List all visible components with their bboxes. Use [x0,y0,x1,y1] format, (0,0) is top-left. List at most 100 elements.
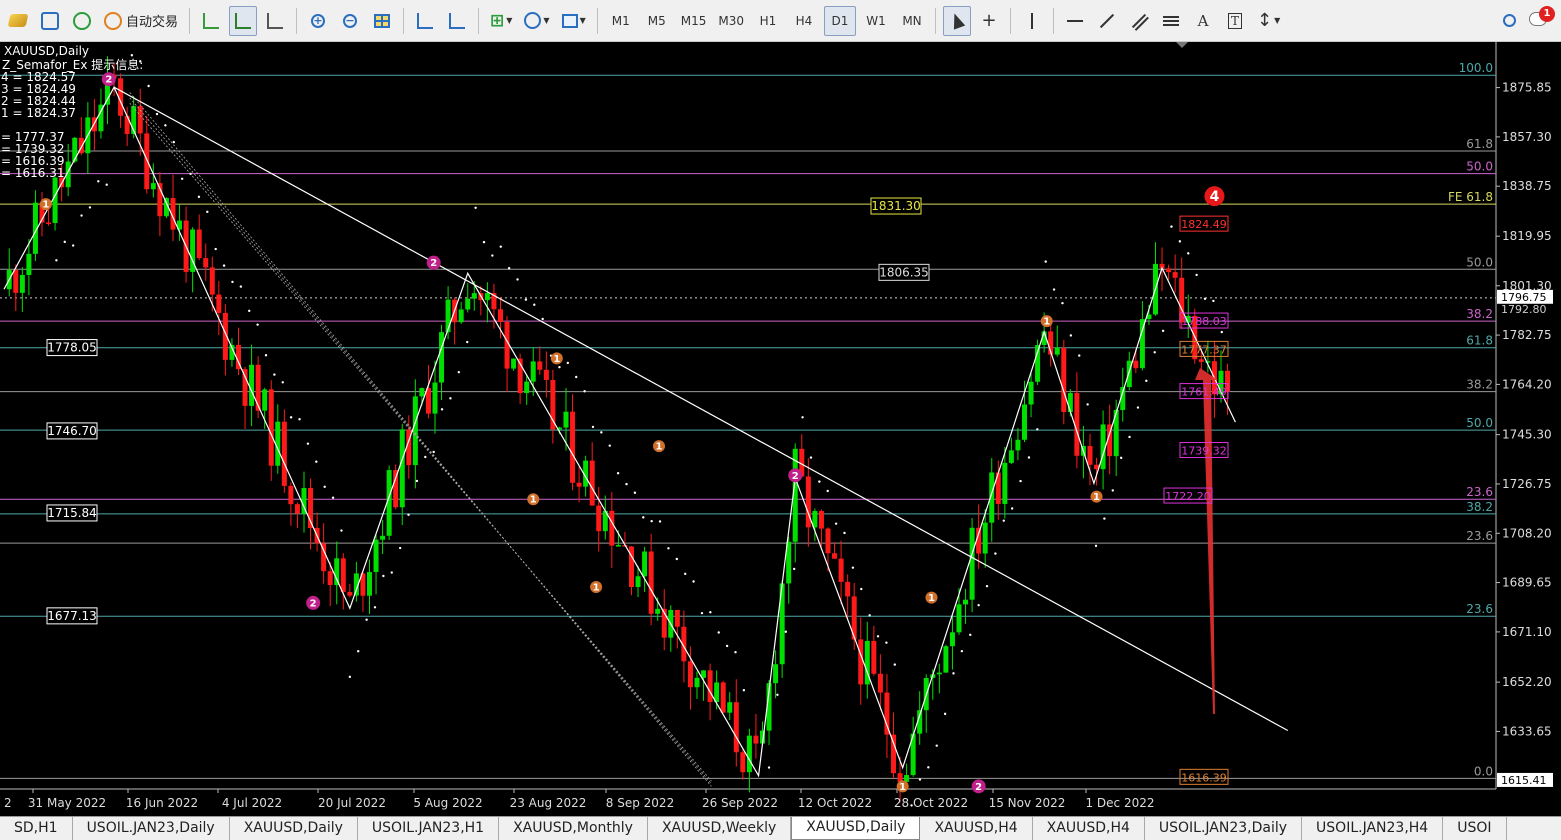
candle-body [288,485,294,505]
candle-body [52,177,58,223]
semafor-signal-label: 2 [310,598,317,609]
price-tick-label: 1857.30 [1502,130,1552,144]
chart-tab[interactable]: USOIL.JAN23,Daily [72,817,230,840]
price-box-label: 1761.49 [1181,386,1227,399]
templates-button[interactable]: ▼ [558,6,590,36]
parabolic-sar-dot [851,566,855,569]
candle-body [890,734,896,774]
candle-body [609,510,615,546]
timeframe-m15[interactable]: M15 [677,6,711,36]
parabolic-sar-dot [466,340,469,344]
parabolic-sar-dot [725,644,729,648]
text-tool-button[interactable]: A [1189,6,1217,36]
chart-tab[interactable]: XAUUSD,Daily [791,817,921,840]
candle-body [1054,347,1060,355]
clock-icon [524,12,542,29]
chart-shift-icon[interactable] [443,6,471,36]
horizontal-line-icon[interactable] [1061,6,1089,36]
price-box-label: 1824.49 [1181,218,1227,231]
candle-body [753,735,759,744]
price-tick-label: 1764.20 [1502,377,1552,391]
timeframe-m30[interactable]: M30 [714,6,748,36]
parabolic-sar-dot [398,546,402,550]
chart-tab[interactable]: XAUUSD,Weekly [647,817,792,840]
parabolic-sar-dot [558,365,561,369]
autoscroll-icon[interactable] [411,6,439,36]
parabolic-sar-dot [667,547,670,550]
market-watch-icon[interactable] [68,6,96,36]
line-chart-icon[interactable] [261,6,289,36]
timeframe-m1[interactable]: M1 [605,6,637,36]
vertical-line-icon[interactable] [1018,6,1046,36]
notification-icon[interactable]: 1 [1529,6,1555,32]
zoom-out-icon[interactable]: − [336,6,364,36]
chart-tab[interactable]: SD,H1 [0,817,73,840]
indicators-button[interactable]: ⊞ ▼ [486,6,516,36]
price-chart[interactable]: 100.0 61.8 50.0 FE 61.8 50.0 38.2 61.8 38.2 50.0… [0,42,1561,816]
chart-tab[interactable]: USOI [1443,817,1507,840]
timeframe-w1[interactable]: W1 [860,6,892,36]
chart-tab[interactable]: XAUUSD,Monthly [499,817,648,840]
candle-body [334,558,340,586]
bar-chart-icon[interactable] [197,6,225,36]
crosshair-icon[interactable]: + [975,6,1003,36]
candle-body [399,429,405,508]
search-icon[interactable] [1495,6,1523,36]
parabolic-sar-dot [197,195,201,199]
equidistant-channel-icon[interactable] [1125,6,1153,36]
chart-tab[interactable]: USOIL.JAN23,H1 [357,817,500,840]
auto-trading-button[interactable]: 自动交易 [100,6,182,36]
candle-body [563,411,569,428]
parabolic-sar-dot [1187,252,1190,255]
time-tick-label: 5 Aug 2022 [413,796,482,810]
zoom-in-icon[interactable]: + [304,6,332,36]
chart-tab[interactable]: XAUUSD,H4 [920,817,1033,840]
cursor-icon[interactable] [942,5,971,36]
candle-body [439,332,445,383]
trendline-icon[interactable] [1093,6,1121,36]
parabolic-sar-dot [172,140,175,144]
price-box-label: 1715.84 [47,506,97,520]
timeframe-m5[interactable]: M5 [641,6,673,36]
text-label-icon[interactable]: T [1221,6,1249,36]
parabolic-sar-dot [583,390,586,393]
parabolic-sar-dot [432,450,435,454]
parabolic-sar-dot [792,567,796,571]
parabolic-sar-dot [801,416,804,419]
trendline [113,86,1289,732]
candle-body [419,388,425,397]
parabolic-sar-dot [834,522,838,525]
chart-tab[interactable]: USOIL.JAN23,H4 [1302,817,1444,840]
parabolic-sar-dot [1170,225,1173,228]
timeframe-h4[interactable]: H4 [788,6,820,36]
parabolic-sar-dot [298,418,301,421]
arrows-button[interactable]: ↕ ▼ [1253,6,1284,36]
parabolic-sar-dot [1145,379,1148,383]
gold-icon[interactable] [4,6,32,36]
chart-tab[interactable]: XAUUSD,H4 [1032,817,1145,840]
profile-icon[interactable] [36,6,64,36]
candle-body [497,309,503,323]
channel-line [129,102,712,782]
candle-body [1008,450,1014,463]
candle-chart-icon[interactable] [229,5,258,36]
timeframe-d1[interactable]: D1 [823,5,856,36]
timeframe-h1[interactable]: H1 [752,6,784,36]
parabolic-sar-dot [105,183,108,186]
parabolic-sar-dot [424,455,427,459]
tile-windows-icon[interactable] [368,6,396,36]
periods-button[interactable]: ▼ [520,6,553,36]
candle-body [832,553,838,559]
timeframe-mn[interactable]: MN [896,6,928,36]
fibonacci-icon[interactable] [1157,6,1185,36]
parabolic-sar-dot [214,247,217,251]
parabolic-sar-dot [1153,351,1156,354]
parabolic-sar-dot [289,416,293,419]
time-tick-label: 28 Oct 2022 [894,796,968,810]
chart-window[interactable]: 100.0 61.8 50.0 FE 61.8 50.0 38.2 61.8 38.2 50.0… [0,42,1561,816]
parabolic-sar-dot [826,489,829,493]
chart-tab[interactable]: XAUUSD,Daily [229,817,358,840]
chart-tab[interactable]: USOIL.JAN23,Daily [1144,817,1303,840]
candle-body [687,661,693,688]
candle-body [72,137,78,162]
